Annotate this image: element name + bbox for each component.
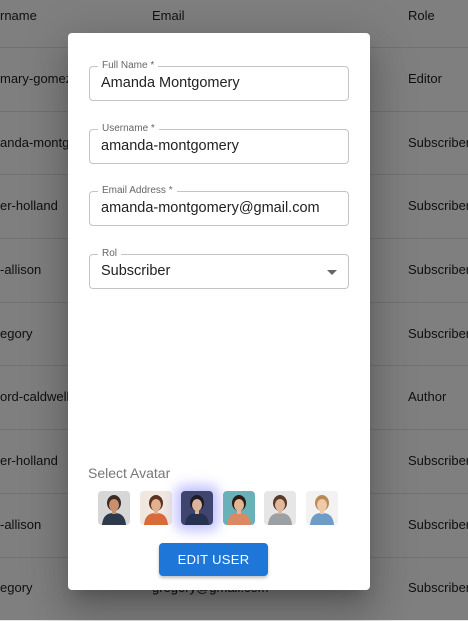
email-input[interactable]: amanda-montgomery@gmail.com xyxy=(101,200,320,216)
username-field[interactable]: Username * amanda-montgomery xyxy=(89,123,349,164)
caret-down-icon[interactable] xyxy=(327,270,337,275)
avatar-picker xyxy=(98,491,340,525)
role-value[interactable]: Subscriber xyxy=(101,263,170,279)
full-name-input[interactable]: Amanda Montgomery xyxy=(101,75,240,91)
full-name-field[interactable]: Full Name * Amanda Montgomery xyxy=(89,60,349,101)
email-field[interactable]: Email Address * amanda-montgomery@gmail.… xyxy=(89,185,349,226)
username-label: Username * xyxy=(98,123,159,135)
avatar-option[interactable] xyxy=(139,491,172,525)
avatar-section-title: Select Avatar xyxy=(88,465,171,481)
email-label: Email Address * xyxy=(98,185,177,197)
full-name-label: Full Name * xyxy=(98,60,159,72)
avatar-option[interactable] xyxy=(305,491,338,525)
person-icon xyxy=(139,491,172,525)
edit-user-dialog: Full Name * Amanda Montgomery Username *… xyxy=(68,33,370,590)
edit-user-button[interactable]: EDIT USER xyxy=(159,543,268,576)
avatar-option[interactable] xyxy=(98,491,130,525)
avatar-option[interactable] xyxy=(181,491,213,525)
person-icon xyxy=(98,491,130,525)
role-select[interactable]: Rol Subscriber xyxy=(89,248,349,289)
person-icon xyxy=(181,491,213,525)
username-input[interactable]: amanda-montgomery xyxy=(101,138,239,154)
avatar-option[interactable] xyxy=(222,491,255,525)
avatar-option[interactable] xyxy=(264,491,296,525)
person-icon xyxy=(305,491,338,525)
person-icon xyxy=(222,491,255,525)
role-label: Rol xyxy=(98,248,122,260)
person-icon xyxy=(264,491,296,525)
